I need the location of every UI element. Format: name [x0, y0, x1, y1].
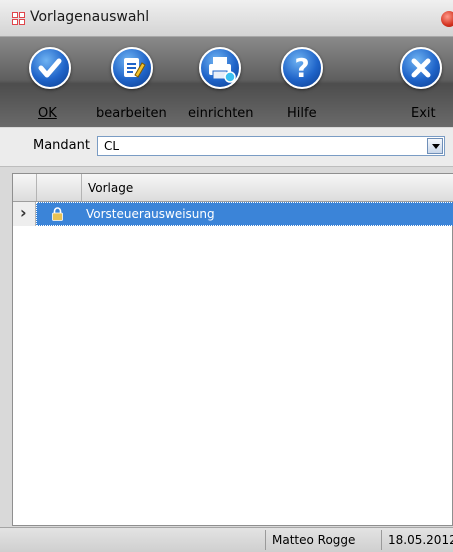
- ok-label: OK: [38, 106, 57, 121]
- column-separator: [81, 174, 82, 201]
- bearbeiten-button[interactable]: bearbeiten: [92, 37, 172, 127]
- checkmark-icon: [29, 47, 71, 89]
- status-bar: Matteo Rogge 18.05.2012: [0, 527, 453, 552]
- hilfe-label: Hilfe: [287, 106, 317, 121]
- exit-icon: [400, 47, 442, 89]
- window-title: Vorlagenauswahl: [30, 9, 150, 25]
- column-separator: [36, 174, 37, 201]
- einrichten-label: einrichten: [188, 106, 254, 121]
- mandant-value: CL: [104, 139, 120, 153]
- template-grid: Vorlage Vorsteuerausweisung: [12, 173, 453, 526]
- mandant-row: Mandant CL: [0, 128, 453, 167]
- grid-header: Vorlage: [13, 174, 453, 202]
- chevron-down-icon[interactable]: [427, 138, 443, 154]
- vorlage-cell: Vorsteuerausweisung: [86, 207, 215, 221]
- close-icon[interactable]: [441, 11, 453, 27]
- status-user: Matteo Rogge: [265, 530, 381, 550]
- grid-icon: [12, 12, 26, 26]
- exit-label: Exit: [411, 106, 436, 121]
- row-indicator-icon: [13, 202, 36, 226]
- printer-icon: [199, 47, 241, 89]
- edit-document-icon: [111, 47, 153, 89]
- ok-button[interactable]: OK: [10, 37, 90, 127]
- svg-text:?: ?: [294, 54, 309, 84]
- title-bar: Vorlagenauswahl: [0, 0, 453, 37]
- status-date: 18.05.2012: [381, 530, 453, 550]
- help-icon: ?: [281, 47, 323, 89]
- mandant-label: Mandant: [33, 138, 90, 153]
- bearbeiten-label: bearbeiten: [96, 106, 167, 121]
- toolbar: OK bearbeiten einrichten ? Hilfe Exit: [0, 37, 453, 127]
- table-row[interactable]: Vorsteuerausweisung: [13, 202, 453, 226]
- selected-row[interactable]: Vorsteuerausweisung: [36, 202, 453, 226]
- hilfe-button[interactable]: ? Hilfe: [272, 37, 332, 127]
- column-header-vorlage[interactable]: Vorlage: [88, 181, 133, 195]
- mandant-select[interactable]: CL: [97, 136, 445, 156]
- exit-button[interactable]: Exit: [386, 37, 453, 127]
- einrichten-button[interactable]: einrichten: [176, 37, 260, 127]
- lock-icon: [52, 207, 63, 221]
